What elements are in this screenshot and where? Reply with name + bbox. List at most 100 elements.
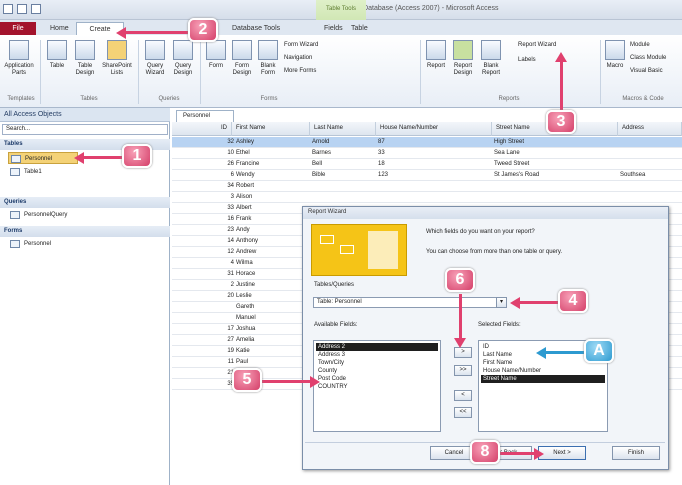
cell-first[interactable]: Wendy	[236, 172, 255, 178]
cell-id[interactable]: 19	[194, 348, 234, 354]
column-header-id[interactable]: ID	[172, 122, 232, 136]
blank-report-button[interactable]: Blank Report	[478, 40, 504, 94]
cell-first[interactable]: Anthony	[236, 238, 258, 244]
available-field-item[interactable]: Town/City	[316, 359, 438, 367]
tab-table[interactable]: Table	[345, 22, 374, 35]
cell-id[interactable]: 27	[194, 337, 234, 343]
move-all-fields-button[interactable]: >>	[454, 365, 472, 376]
nav-search-input[interactable]: Search...	[2, 124, 168, 135]
table-row[interactable]: 26 Francine Bell 18 Tweed Street	[172, 159, 682, 170]
available-field-item[interactable]: County	[316, 367, 438, 375]
nav-item-personnel-table[interactable]: Personnel	[8, 152, 78, 164]
table-row[interactable]: 6 Wendy Bible 123 St James's Road Southsea	[172, 170, 682, 181]
cell-first[interactable]: Francine	[236, 161, 259, 167]
finish-button[interactable]: Finish	[612, 446, 660, 460]
cell-first[interactable]: Manuel	[236, 315, 256, 321]
selected-field-item[interactable]: House Name/Number	[481, 367, 605, 375]
cell-addr[interactable]: Southsea	[620, 172, 645, 178]
cell-id[interactable]: 2	[194, 282, 234, 288]
cell-id[interactable]: 23	[194, 227, 234, 233]
cell-id[interactable]: 32	[194, 139, 234, 145]
nav-pane-header[interactable]: All Access Objects	[0, 108, 170, 122]
cell-id[interactable]: 26	[194, 161, 234, 167]
cell-first[interactable]: Katie	[236, 348, 250, 354]
cell-id[interactable]: 14	[194, 238, 234, 244]
module-button[interactable]: Module	[630, 42, 650, 48]
nav-item-personnel-query[interactable]: PersonnelQuery	[8, 209, 158, 221]
cell-first[interactable]: Gareth	[236, 304, 254, 310]
cell-first[interactable]: Wilma	[236, 260, 253, 266]
available-field-item[interactable]: Address 2	[316, 343, 438, 351]
cell-id[interactable]: 11	[194, 359, 234, 365]
cell-id[interactable]: 34	[194, 183, 234, 189]
cell-id[interactable]: 12	[194, 249, 234, 255]
query-design-button[interactable]: Query Design	[170, 40, 196, 94]
tab-database-tools[interactable]: Database Tools	[226, 22, 286, 35]
selected-field-item[interactable]: Street Name	[481, 375, 605, 383]
document-tab-personnel[interactable]: Personnel	[176, 110, 234, 122]
cell-id[interactable]: 33	[194, 205, 234, 211]
cell-street[interactable]: Tweed Street	[494, 161, 529, 167]
cell-last[interactable]: Bell	[312, 161, 322, 167]
table-row[interactable]: 34 Robert	[172, 181, 682, 192]
table-row[interactable]: 10 Ethel Barnes 33 Sea Lane	[172, 148, 682, 159]
cell-first[interactable]: Ethel	[236, 150, 250, 156]
cell-id[interactable]: 16	[194, 216, 234, 222]
cell-id[interactable]: 10	[194, 150, 234, 156]
form-wizard-button[interactable]: Form Wizard	[284, 42, 318, 48]
cell-first[interactable]: Robert	[236, 183, 254, 189]
available-field-item[interactable]: Address 3	[316, 351, 438, 359]
labels-button[interactable]: Labels	[518, 57, 536, 63]
cell-last[interactable]: Barnes	[312, 150, 331, 156]
report-wizard-button[interactable]: Report Wizard	[518, 42, 556, 48]
cell-street[interactable]: Sea Lane	[494, 150, 520, 156]
cell-first[interactable]: Horace	[236, 271, 255, 277]
chevron-down-icon[interactable]: ▾	[496, 297, 507, 308]
tab-home[interactable]: Home	[44, 22, 75, 35]
remove-all-fields-button[interactable]: <<	[454, 407, 472, 418]
nav-section-queries[interactable]: Queries	[0, 197, 170, 208]
table-design-button[interactable]: Table Design	[72, 40, 98, 94]
available-field-item[interactable]: COUNTRY	[316, 383, 438, 391]
cell-last[interactable]: Arnold	[312, 139, 329, 145]
cell-first[interactable]: Justine	[236, 282, 255, 288]
undo-icon[interactable]	[31, 4, 41, 14]
cell-id[interactable]: 6	[194, 172, 234, 178]
cell-house[interactable]: 87	[378, 139, 385, 145]
next-button[interactable]: Next >	[538, 446, 586, 460]
nav-section-forms[interactable]: Forms	[0, 226, 170, 237]
macro-button[interactable]: Macro	[604, 40, 626, 94]
cell-street[interactable]: St James's Road	[494, 172, 539, 178]
column-header-last-name[interactable]: Last Name	[310, 122, 376, 136]
cell-house[interactable]: 18	[378, 161, 385, 167]
cell-id[interactable]: 17	[194, 326, 234, 332]
column-header-first-name[interactable]: First Name	[232, 122, 310, 136]
remove-field-button[interactable]: <	[454, 390, 472, 401]
class-module-button[interactable]: Class Module	[630, 55, 666, 61]
table-row[interactable]: 3 Alison	[172, 192, 682, 203]
table-row[interactable]: 32 Ashley Arnold 87 High Street	[172, 137, 682, 148]
sharepoint-lists-button[interactable]: SharePoint Lists	[100, 40, 134, 94]
nav-item-personnel-form[interactable]: Personnel	[8, 238, 158, 250]
cell-first[interactable]: Alison	[236, 194, 252, 200]
table-button[interactable]: Table	[44, 40, 70, 94]
form-design-button[interactable]: Form Design	[230, 40, 254, 94]
application-parts-button[interactable]: Application Parts	[4, 40, 34, 94]
cell-first[interactable]: Leslie	[236, 293, 252, 299]
cell-id[interactable]: 31	[194, 271, 234, 277]
navigation-button[interactable]: Navigation	[284, 55, 312, 61]
available-field-item[interactable]: Post Code	[316, 375, 438, 383]
more-forms-button[interactable]: More Forms	[284, 68, 316, 74]
cell-first[interactable]: Ashley	[236, 139, 254, 145]
cell-first[interactable]: Andy	[236, 227, 250, 233]
cell-street[interactable]: High Street	[494, 139, 524, 145]
cell-last[interactable]: Bible	[312, 172, 325, 178]
cell-id[interactable]: 21	[194, 370, 234, 376]
column-header-address[interactable]: Address	[618, 122, 682, 136]
tables-queries-select[interactable]: Table: Personnel	[313, 297, 505, 308]
form-button[interactable]: Form	[204, 40, 228, 94]
cell-id[interactable]: 35	[194, 381, 234, 387]
cell-house[interactable]: 123	[378, 172, 388, 178]
cell-id[interactable]: 20	[194, 293, 234, 299]
available-fields-list[interactable]: Address 2 Address 3 Town/City County Post Co…	[313, 340, 441, 432]
